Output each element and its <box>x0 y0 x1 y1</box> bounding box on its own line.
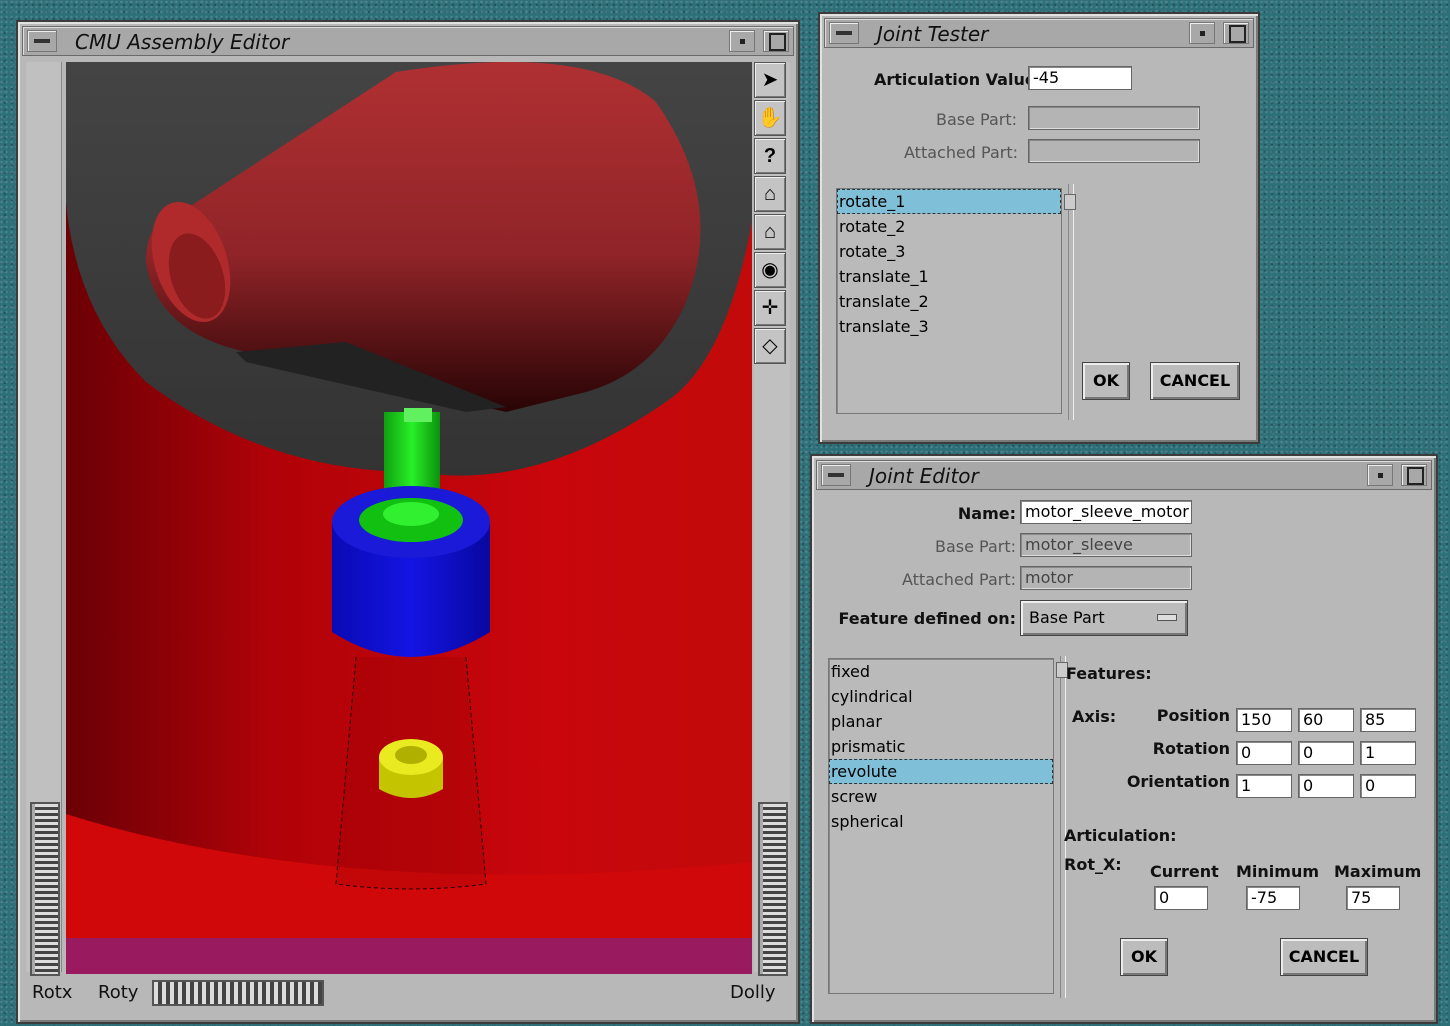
position-z-field[interactable]: 85 <box>1360 708 1416 732</box>
articulation-list: rotate_1 rotate_2 rotate_3 translate_1 t… <box>836 188 1062 414</box>
articulation-slider-track <box>1068 184 1074 420</box>
hand-icon[interactable]: ✋ <box>754 100 786 136</box>
tester-base-part-field <box>1028 106 1200 130</box>
feature-defined-on-dropdown[interactable]: Base Part <box>1020 600 1188 636</box>
articulation-slider-thumb[interactable] <box>1064 194 1076 210</box>
joint-tester-titlebar[interactable]: Joint Tester <box>824 18 1254 48</box>
axis-label: Axis: <box>1072 707 1117 726</box>
roty-thumbwheel[interactable] <box>152 980 324 1006</box>
home-icon[interactable]: ⌂ <box>754 176 786 212</box>
list-item[interactable]: translate_2 <box>837 289 1061 314</box>
assembly-editor-window: CMU Assembly Editor ➤ ✋ ? ⌂ ⌂ ◉ ✛ ◇ Rotx… <box>16 20 800 1024</box>
dolly-thumbwheel[interactable] <box>758 802 788 976</box>
maximize-icon[interactable] <box>1401 464 1427 486</box>
orientation-y-field[interactable]: 0 <box>1298 774 1354 798</box>
tester-cancel-button[interactable]: CANCEL <box>1150 362 1240 400</box>
window-title: Joint Tester <box>877 22 989 46</box>
joint-name-label: Name: <box>957 504 1016 523</box>
joint-type-list: fixed cylindrical planar prismatic revol… <box>828 658 1054 994</box>
window-title: Joint Editor <box>869 464 979 488</box>
position-label: Position <box>1156 706 1230 725</box>
current-label: Current <box>1150 862 1219 881</box>
window-menu-icon[interactable] <box>829 22 859 44</box>
editor-base-part-label: Base Part: <box>934 537 1016 556</box>
assembly-editor-titlebar[interactable]: CMU Assembly Editor <box>22 26 794 56</box>
dolly-label: Dolly <box>730 982 776 1003</box>
projection-cube-icon[interactable]: ◇ <box>754 328 786 364</box>
rot-x-label: Rot_X: <box>1064 855 1122 874</box>
list-item[interactable]: screw <box>829 784 1053 809</box>
rotx-label: Rotx <box>32 982 73 1003</box>
list-item[interactable]: cylindrical <box>829 684 1053 709</box>
help-question-icon[interactable]: ? <box>754 138 786 174</box>
editor-cancel-button[interactable]: CANCEL <box>1280 938 1368 976</box>
maximum-label: Maximum <box>1334 862 1422 881</box>
tester-attached-part-field <box>1028 139 1200 163</box>
orientation-x-field[interactable]: 1 <box>1236 774 1292 798</box>
list-item[interactable]: rotate_3 <box>837 239 1061 264</box>
minimize-icon[interactable] <box>1189 22 1215 44</box>
list-item[interactable]: rotate_2 <box>837 214 1061 239</box>
minimize-icon[interactable] <box>729 30 755 52</box>
rotation-x-field[interactable]: 0 <box>1236 741 1292 765</box>
articulation-value-label: Articulation Value: <box>874 70 1043 89</box>
green-ring-center <box>383 502 439 526</box>
rotation-z-field[interactable]: 1 <box>1360 741 1416 765</box>
minimum-label: Minimum <box>1236 862 1320 881</box>
maximize-icon[interactable] <box>763 30 789 52</box>
maximum-value-field[interactable]: 75 <box>1346 886 1400 910</box>
view-all-eye-icon[interactable]: ◉ <box>754 252 786 288</box>
position-x-field[interactable]: 150 <box>1236 708 1292 732</box>
editor-base-part-field: motor_sleeve <box>1020 533 1192 557</box>
minimize-icon[interactable] <box>1367 464 1393 486</box>
list-item[interactable]: translate_1 <box>837 264 1061 289</box>
list-item[interactable]: spherical <box>829 809 1053 834</box>
editor-attached-part-label: Attached Part: <box>901 570 1016 589</box>
dropdown-indicator-icon <box>1157 614 1177 621</box>
joint-editor-window: Joint Editor Name: motor_sleeve_motor Ba… <box>810 454 1438 1024</box>
maximize-icon[interactable] <box>1223 22 1249 44</box>
window-menu-icon[interactable] <box>27 30 57 52</box>
tester-attached-part-label: Attached Part: <box>904 143 1019 162</box>
articulation-heading: Articulation: <box>1064 826 1177 845</box>
roty-label: Roty <box>98 982 139 1003</box>
pointer-arrow-icon[interactable]: ➤ <box>754 62 786 98</box>
list-item[interactable]: planar <box>829 709 1053 734</box>
articulation-value-field[interactable]: -45 <box>1028 66 1132 90</box>
orientation-z-field[interactable]: 0 <box>1360 774 1416 798</box>
joint-tester-window: Joint Tester Articulation Value: -45 Bas… <box>818 12 1260 444</box>
window-menu-icon[interactable] <box>821 464 851 486</box>
current-value-field[interactable]: 0 <box>1154 886 1208 910</box>
tester-base-part-label: Base Part: <box>936 110 1018 129</box>
list-item[interactable]: translate_3 <box>837 314 1061 339</box>
shaft-notch <box>404 408 432 422</box>
orientation-label: Orientation <box>1126 772 1230 791</box>
window-title: CMU Assembly Editor <box>75 30 290 54</box>
position-y-field[interactable]: 60 <box>1298 708 1354 732</box>
floor-edge <box>66 938 752 974</box>
feature-defined-on-label: Feature defined on: <box>838 609 1017 628</box>
features-heading: Features: <box>1066 664 1152 683</box>
3d-viewport[interactable] <box>66 62 752 974</box>
list-item[interactable]: rotate_1 <box>837 189 1061 214</box>
yellow-part-hole <box>395 746 427 764</box>
editor-ok-button[interactable]: OK <box>1120 938 1168 976</box>
minimum-value-field[interactable]: -75 <box>1246 886 1300 910</box>
set-home-icon[interactable]: ⌂ <box>754 214 786 250</box>
editor-attached-part-field: motor <box>1020 566 1192 590</box>
joint-name-field[interactable]: motor_sleeve_motor <box>1020 500 1192 524</box>
list-item[interactable]: prismatic <box>829 734 1053 759</box>
tester-ok-button[interactable]: OK <box>1082 362 1130 400</box>
seek-crosshair-icon[interactable]: ✛ <box>754 290 786 326</box>
rotation-label: Rotation <box>1152 739 1230 758</box>
list-item[interactable]: revolute <box>829 759 1053 784</box>
joint-editor-titlebar[interactable]: Joint Editor <box>816 460 1432 490</box>
list-item[interactable]: fixed <box>829 659 1053 684</box>
feature-dropdown-value: Base Part <box>1029 608 1105 627</box>
rotation-y-field[interactable]: 0 <box>1298 741 1354 765</box>
rotx-thumbwheel[interactable] <box>30 802 60 976</box>
